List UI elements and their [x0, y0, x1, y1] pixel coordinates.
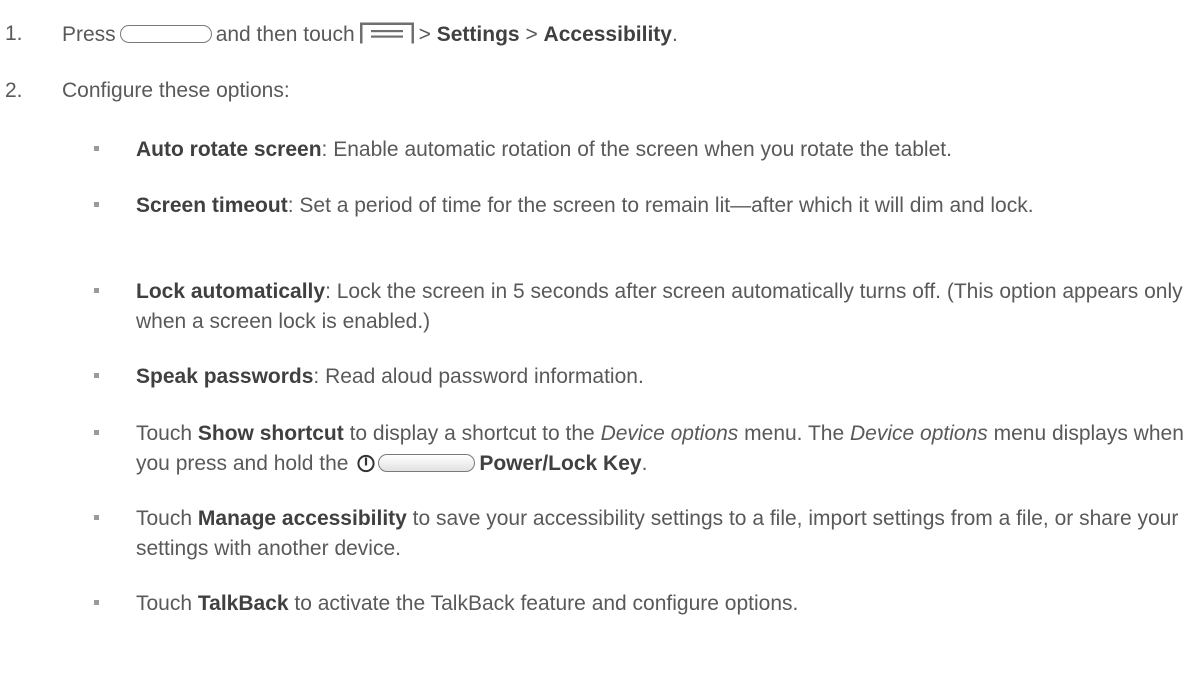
step-1-touch: and then touch — [215, 23, 355, 46]
home-key-icon — [119, 25, 212, 43]
period: . — [671, 23, 678, 46]
device-options-label: Device options — [600, 422, 739, 445]
option-title: Speak passwords — [136, 365, 314, 388]
step-2-text: Configure these options: — [62, 79, 290, 102]
separator: > — [418, 23, 431, 46]
talkback-label: TalkBack — [197, 592, 289, 615]
step-1-text: Press and then touch > Settings > Accessib… — [62, 21, 678, 48]
manage-accessibility-label: Manage accessibility — [197, 507, 407, 530]
option-title: Screen timeout — [136, 194, 288, 217]
accessibility-label: Accessibility — [543, 23, 672, 46]
option-title: Auto rotate screen — [136, 138, 322, 161]
step-number: 2. — [5, 79, 23, 102]
show-shortcut-label: Show shortcut — [197, 422, 344, 445]
option-description: : Enable automatic rotation of the scree… — [321, 138, 952, 161]
power-symbol-icon — [357, 454, 375, 473]
step-1-press: Press — [62, 23, 116, 46]
power-lock-key-label: Power/Lock Key — [479, 452, 642, 475]
option-description: : Read aloud password information. — [313, 365, 644, 388]
device-options-label: Device options — [850, 422, 988, 445]
step-number: 1. — [5, 22, 23, 45]
separator: > — [525, 23, 538, 46]
bullet-marker — [94, 373, 99, 378]
bullet-marker — [94, 146, 99, 151]
bullet-marker — [94, 430, 99, 435]
bullet-marker — [94, 515, 99, 520]
option-title: Lock automatically — [136, 280, 326, 303]
power-lock-key-icon — [378, 454, 476, 472]
bullet-marker — [94, 288, 99, 293]
option-description: : Set a period of time for the screen to… — [287, 194, 1034, 217]
menu-key-icon — [359, 22, 414, 44]
bullet-marker — [94, 202, 99, 207]
bullet-marker — [94, 600, 99, 605]
settings-label: Settings — [436, 23, 520, 46]
